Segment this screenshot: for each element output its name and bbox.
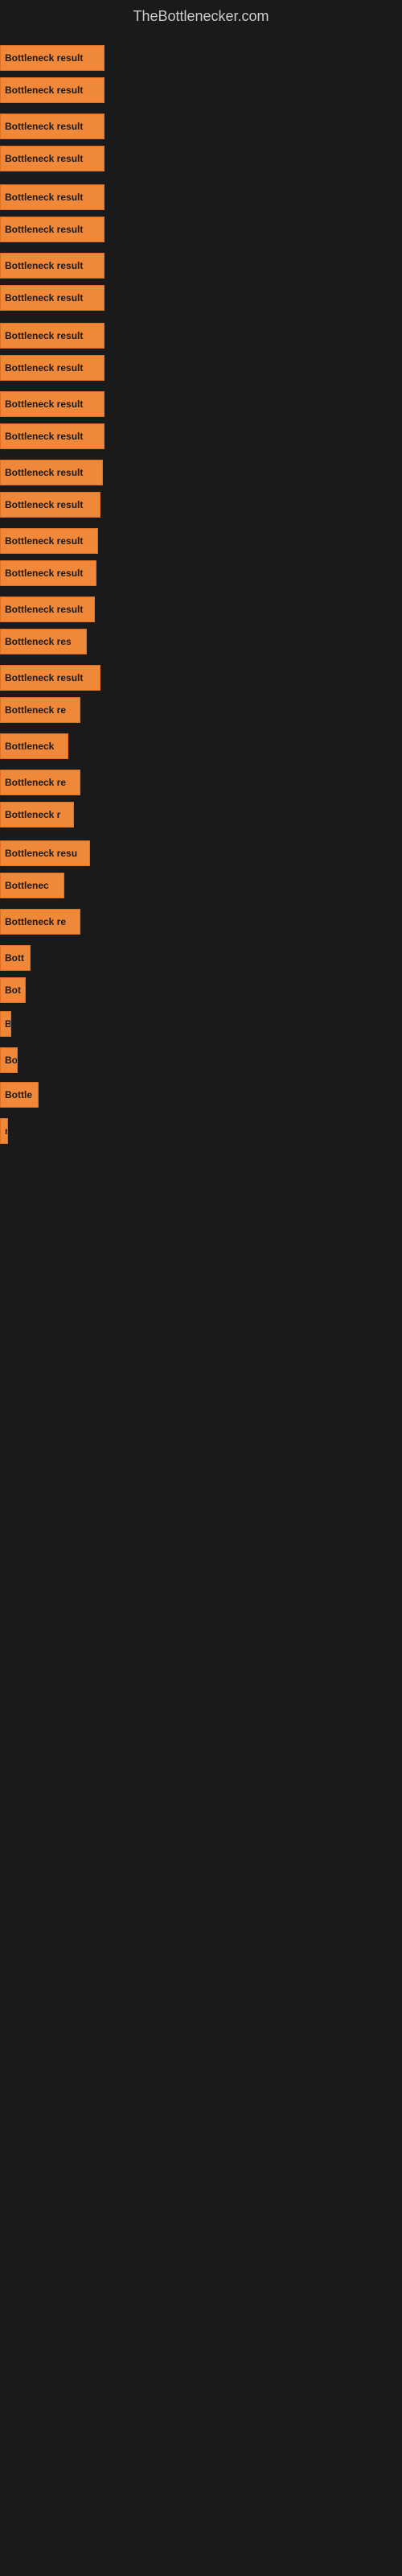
bar-label: Bo [5,1055,18,1066]
bar-label: Bottleneck result [5,224,83,235]
bar-label: Bottleneck result [5,362,83,374]
bar-label: Bottle [5,1089,32,1100]
bar-label: Bot [5,985,21,996]
bar-label: Bottleneck re [5,704,66,716]
bar-item: Bottleneck resu [0,840,90,866]
bar-item: Bottleneck result [0,253,105,279]
bar-label: Bottleneck result [5,431,83,442]
bar-item: Bottleneck result [0,77,105,103]
bar-label: Bottleneck result [5,330,83,341]
bar-item: Bottle [0,1082,39,1108]
bar-label: Bottleneck result [5,499,83,510]
bar-item: Bottleneck result [0,492,100,518]
bar-item: Bottleneck r [0,802,74,828]
bar-item: Bottleneck result [0,146,105,171]
bar-label: Bottleneck result [5,292,83,303]
bar-label: Bottleneck result [5,467,83,478]
bar-item: Bottleneck result [0,528,98,554]
bar-item: Bottlenec [0,873,64,898]
bar-item: Bottleneck result [0,45,105,71]
chart-area: Bottleneck result Bottleneck result Bottle… [0,29,402,2565]
bar-label: Bottleneck r [5,809,60,820]
bar-label: Bottleneck result [5,398,83,410]
bar-label: Bottleneck result [5,192,83,203]
bar-item: Bo [0,1047,18,1073]
bar-item: Bottleneck result [0,423,105,449]
bar-item: Bottleneck result [0,114,105,139]
bar-item: Bottleneck re [0,697,80,723]
bar-label: Bottleneck result [5,260,83,271]
bar-item: Bottleneck result [0,285,105,311]
bar-label: Bottleneck res [5,636,72,647]
bar-label: Bottleneck resu [5,848,77,859]
bar-label: Bott [5,952,24,964]
bar-label: Bottleneck result [5,153,83,164]
bar-item: Bottleneck res [0,629,87,654]
bar-item: Bott [0,945,31,971]
bar-item: Bottleneck re [0,909,80,935]
bar-label: Bottleneck result [5,121,83,132]
bar-item: Bottleneck result [0,560,96,586]
bar-item: Bottleneck result [0,597,95,622]
site-title: TheBottlenecker.com [0,0,402,29]
bar-label: Bottleneck re [5,777,66,788]
bar-item: Bot [0,977,26,1003]
bar-item: Bottleneck result [0,217,105,242]
bar-label: Bottleneck result [5,604,83,615]
bar-item: Bottleneck result [0,391,105,417]
bar-label: Bottlenec [5,880,49,891]
bar-label: Bottleneck result [5,85,83,96]
bar-label: Bottleneck re [5,916,66,927]
bar-item: n [0,1118,8,1144]
bar-item: Bottleneck re [0,770,80,795]
bar-item: B [0,1011,11,1037]
bar-label: Bottleneck [5,741,54,752]
bar-label: B [5,1018,11,1030]
bar-item: Bottleneck result [0,355,105,381]
bar-item: Bottleneck result [0,323,105,349]
bar-item: Bottleneck [0,733,68,759]
bar-label: n [5,1125,8,1137]
bar-item: Bottleneck result [0,665,100,691]
bar-label: Bottleneck result [5,535,83,547]
bar-item: Bottleneck result [0,184,105,210]
bar-label: Bottleneck result [5,672,83,683]
bar-label: Bottleneck result [5,568,83,579]
bar-label: Bottleneck result [5,52,83,64]
bar-item: Bottleneck result [0,460,103,485]
